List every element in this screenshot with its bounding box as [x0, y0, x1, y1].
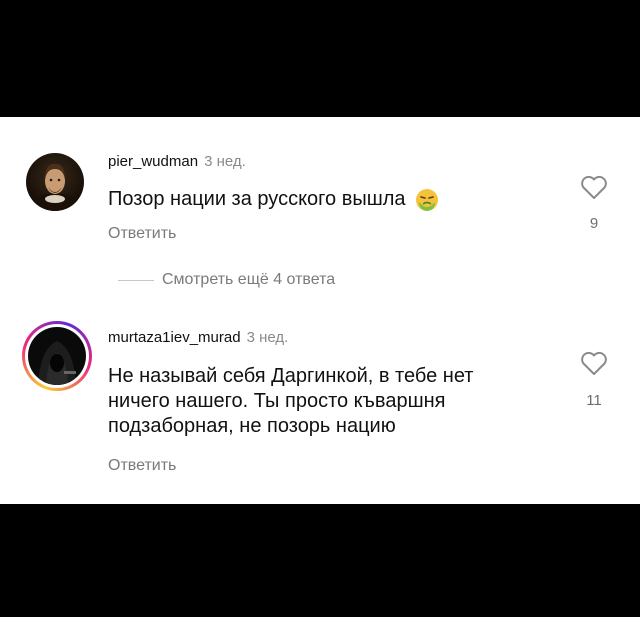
comment-text: Не называй себя Даргинкой, в тебе нет ни…	[108, 364, 473, 439]
divider-line	[118, 279, 154, 281]
comment-text-line: ничего нашего. Ты просто къваршня	[108, 390, 446, 412]
like-count: 11	[586, 392, 602, 409]
view-more-label[interactable]: Смотреть ещё 4 ответа	[162, 271, 335, 289]
reply-button[interactable]: Ответить	[108, 457, 176, 475]
nauseated-face-icon	[416, 188, 439, 211]
comments-panel: pier_wudman 3 нед. Позор нации за русског…	[0, 117, 640, 504]
comment-text-line: подзаборная, не позорь нацию	[108, 415, 396, 437]
comment-text-content: Позор нации за русского вышла	[108, 188, 406, 210]
like-count: 9	[589, 215, 599, 232]
view-more-replies[interactable]: Смотреть ещё 4 ответа	[118, 271, 335, 289]
comment-text-line: Не называй себя Даргинкой, в тебе нет	[108, 365, 474, 387]
comment-username[interactable]: murtaza1iev_murad 3 нед.	[108, 329, 288, 346]
avatar[interactable]	[26, 153, 84, 211]
like-heart-icon[interactable]	[580, 350, 608, 376]
like-heart-icon[interactable]	[580, 174, 608, 200]
username-text[interactable]: murtaza1iev_murad	[108, 329, 241, 346]
comment-timestamp: 3 нед.	[246, 329, 289, 346]
reply-button[interactable]: Ответить	[108, 225, 176, 243]
avatar	[28, 327, 86, 385]
avatar-story-ring[interactable]	[22, 321, 92, 391]
comment-text: Позор нации за русского вышла	[108, 187, 439, 212]
comment-timestamp: 3 нед.	[204, 153, 246, 170]
comment-username[interactable]: pier_wudman 3 нед.	[108, 153, 246, 170]
username-text[interactable]: pier_wudman	[108, 153, 198, 170]
